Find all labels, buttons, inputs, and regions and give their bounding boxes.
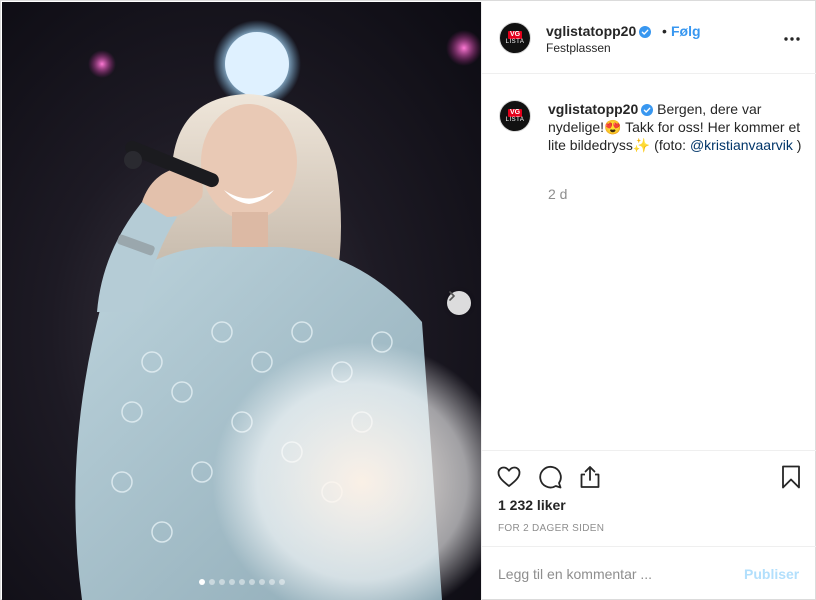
carousel-dot	[258, 579, 265, 585]
caption-text: vglistatopp20 Bergen, dere var nydelige!…	[548, 100, 808, 154]
post-header: VG LISTA vglistatopp20 • Følg Festplasse…	[482, 2, 816, 74]
chevron-right-icon	[449, 291, 455, 301]
sparkles-emoji: ✨	[632, 137, 651, 153]
likes-count[interactable]: 1 232 liker	[498, 497, 566, 513]
heart-eyes-emoji: 😍	[604, 119, 622, 135]
header-separator: •	[662, 23, 667, 39]
carousel-dot	[218, 579, 225, 585]
carousel-dot	[238, 579, 245, 585]
instagram-post: VG LISTA vglistatopp20 • Følg Festplasse…	[0, 0, 816, 600]
carousel-dot	[268, 579, 275, 585]
caption-avatar[interactable]: VG LISTA	[499, 100, 531, 132]
post-photo[interactable]	[2, 2, 481, 600]
header-username-link[interactable]: vglistatopp20	[546, 23, 652, 39]
verified-icon	[641, 104, 654, 116]
avatar-logo: VG	[507, 108, 523, 117]
heart-icon[interactable]	[496, 464, 522, 490]
comment-icon[interactable]	[537, 464, 563, 490]
publish-button[interactable]: Publiser	[744, 566, 799, 582]
avatar[interactable]: VG LISTA	[499, 22, 531, 54]
carousel-dot	[278, 579, 285, 585]
caption-body-3: (foto:	[650, 137, 690, 153]
bookmark-icon[interactable]	[778, 464, 804, 490]
post-side-panel: VG LISTA vglistatopp20 • Følg Festplasse…	[481, 2, 816, 600]
header-username: vglistatopp20	[546, 23, 637, 39]
caption-timestamp[interactable]: 2 d	[548, 186, 567, 202]
carousel-dot	[248, 579, 255, 585]
comment-input[interactable]	[498, 564, 728, 584]
caption-body-4: )	[792, 137, 802, 153]
more-icon[interactable]	[782, 29, 802, 49]
avatar-logo: VG	[507, 30, 523, 39]
comment-box: Publiser	[482, 546, 816, 600]
caption-username[interactable]: vglistatopp20	[548, 101, 638, 117]
carousel-dot	[198, 579, 205, 585]
carousel-dot	[208, 579, 215, 585]
avatar-logo-sub: LISTA	[505, 116, 525, 123]
carousel-indicator	[2, 579, 481, 585]
post-date[interactable]: FOR 2 DAGER SIDEN	[498, 523, 604, 534]
concert-photo	[75, 20, 481, 600]
post-actions: 1 232 liker FOR 2 DAGER SIDEN	[482, 450, 816, 546]
avatar-logo-sub: LISTA	[505, 38, 525, 45]
location-link[interactable]: Festplassen	[546, 41, 611, 55]
share-icon[interactable]	[577, 464, 603, 490]
carousel-dot	[228, 579, 235, 585]
next-photo-button[interactable]	[447, 291, 471, 315]
verified-icon	[639, 26, 652, 38]
caption-mention-link[interactable]: @kristianvaarvik	[690, 137, 793, 153]
follow-button[interactable]: Følg	[671, 23, 701, 39]
